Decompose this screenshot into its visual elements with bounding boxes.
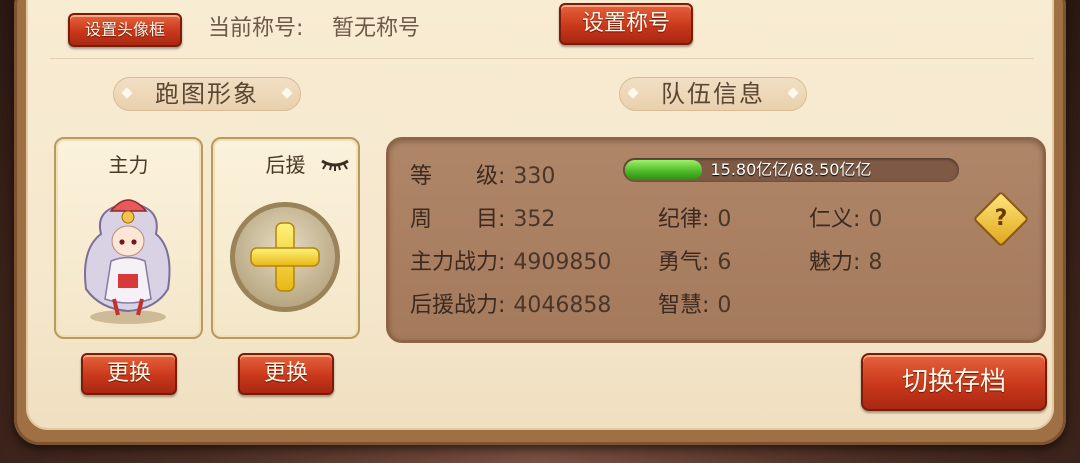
level-value: 330: [513, 164, 556, 189]
courage-key: 勇气:: [658, 250, 710, 275]
switch-save-button[interactable]: 切换存档: [861, 353, 1047, 411]
benevolence-stat: 仁义: 0: [809, 201, 882, 233]
wisdom-value: 0: [717, 293, 732, 318]
wisdom-stat: 智慧: 0: [658, 287, 731, 319]
discipline-value: 0: [717, 207, 732, 232]
charm-stat: 魅力: 8: [809, 244, 882, 276]
set-avatar-frame-button[interactable]: 设置头像框: [68, 13, 182, 47]
main-character-sprite: [84, 199, 171, 324]
discipline-key: 纪律:: [658, 207, 710, 232]
main-power-value: 4909850: [513, 250, 612, 275]
team-section-title: 队伍信息: [619, 77, 807, 111]
avatar-section-title-text: 跑图形象: [155, 80, 259, 108]
plus-icon[interactable]: [213, 139, 358, 337]
current-title-value: 暂无称号: [332, 16, 421, 41]
team-section-title-text: 队伍信息: [661, 80, 765, 108]
cycle-key: 周 目:: [410, 207, 506, 232]
support-character-card[interactable]: 后援: [211, 137, 360, 339]
level-stat: 等 级: 330: [410, 158, 555, 190]
avatar-section-title: 跑图形象: [113, 77, 301, 111]
support-power-key: 后援战力:: [410, 293, 506, 318]
main-power-key: 主力战力:: [410, 250, 506, 275]
benevolence-key: 仁义:: [809, 207, 861, 232]
wisdom-key: 智慧:: [658, 293, 710, 318]
cycle-value: 352: [513, 207, 556, 232]
courage-stat: 勇气: 6: [658, 244, 731, 276]
change-main-button[interactable]: 更换: [81, 353, 177, 395]
set-title-button[interactable]: 设置称号: [559, 3, 693, 45]
discipline-stat: 纪律: 0: [658, 201, 731, 233]
header-divider: [50, 58, 1034, 59]
courage-value: 6: [717, 250, 732, 275]
cycle-stat: 周 目: 352: [410, 201, 555, 233]
exp-bar: 15.80亿亿/68.50亿亿: [623, 158, 959, 182]
main-power-stat: 主力战力: 4909850: [410, 244, 611, 276]
exp-bar-text: 15.80亿亿/68.50亿亿: [710, 160, 872, 179]
main-character-card[interactable]: 主力: [54, 137, 203, 339]
benevolence-value: 0: [868, 207, 883, 232]
current-title-label: 当前称号:: [208, 16, 304, 41]
support-power-stat: 后援战力: 4046858: [410, 287, 611, 319]
charm-value: 8: [868, 250, 883, 275]
charm-key: 魅力:: [809, 250, 861, 275]
level-key: 等 级:: [410, 164, 506, 189]
change-support-button[interactable]: 更换: [238, 353, 334, 395]
support-power-value: 4046858: [513, 293, 612, 318]
